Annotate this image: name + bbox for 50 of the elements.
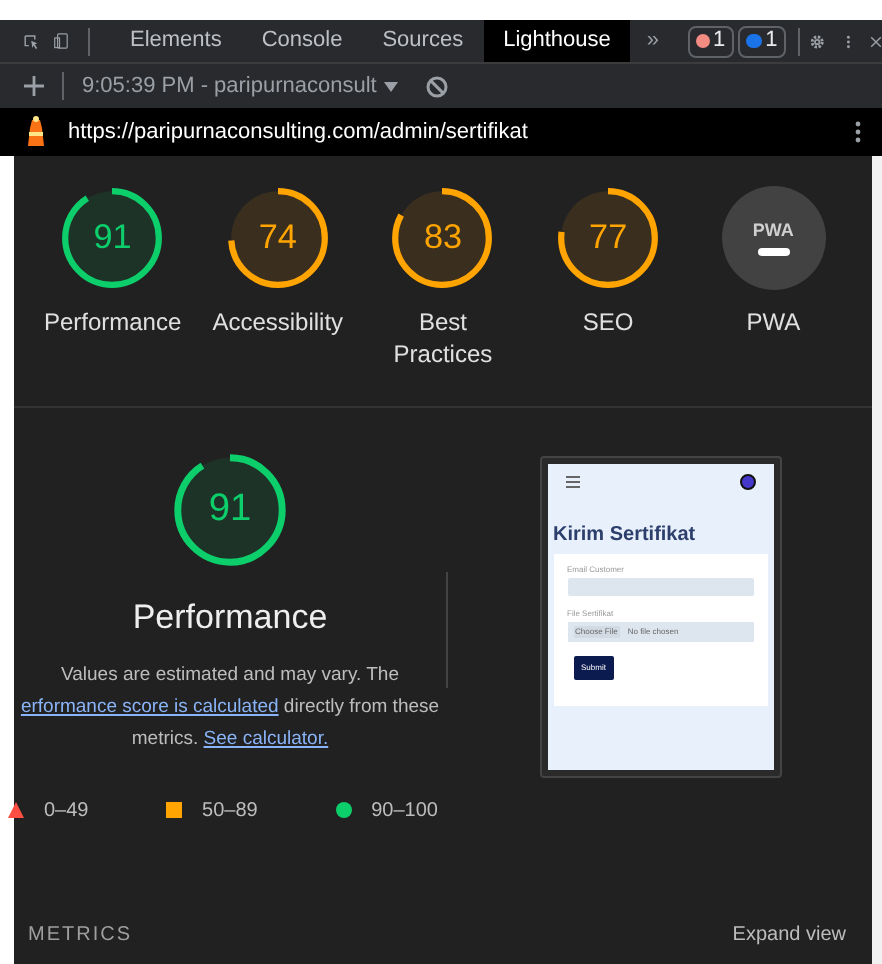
avatar-icon bbox=[739, 474, 755, 490]
score-gauge bbox=[556, 186, 661, 290]
category-label: Performance bbox=[42, 306, 183, 338]
devtools-tab[interactable]: Lighthouse bbox=[483, 20, 631, 62]
device-icon[interactable] bbox=[54, 28, 69, 54]
report-selector[interactable]: 9:05:39 PM - paripurnaconsult bbox=[82, 69, 399, 103]
score-value: 91 bbox=[93, 220, 132, 256]
more-tabs-button[interactable]: » bbox=[630, 24, 676, 58]
plus-icon[interactable] bbox=[24, 76, 44, 96]
category-label: SEO bbox=[580, 306, 636, 338]
legend-range: 90–100 bbox=[371, 797, 438, 825]
message-count-button[interactable]: 1 bbox=[737, 25, 786, 57]
dash-icon bbox=[757, 247, 790, 255]
error-icon bbox=[695, 34, 710, 48]
expand-view-button[interactable]: Expand view bbox=[732, 920, 846, 950]
category-label: PWA bbox=[744, 306, 803, 338]
clear-icon[interactable] bbox=[426, 75, 449, 97]
caret-icon bbox=[384, 81, 399, 91]
page-heading: Kirim Sertifikat bbox=[553, 522, 698, 550]
category-label: Best Practices bbox=[391, 306, 495, 370]
score-link[interactable]: erformance score is calculated bbox=[20, 695, 279, 717]
menu-icon bbox=[565, 476, 579, 488]
triangle-icon bbox=[8, 802, 24, 818]
calculator-link[interactable]: See calculator. bbox=[203, 727, 329, 749]
score-gauge bbox=[225, 186, 330, 290]
message-icon bbox=[745, 34, 762, 48]
inspect-icon[interactable] bbox=[24, 29, 39, 53]
legend-range: 0–49 bbox=[44, 797, 89, 825]
error-count-button[interactable]: 1 bbox=[687, 25, 734, 57]
devtools-tab[interactable]: Elements bbox=[110, 20, 242, 62]
category-label: Accessibility bbox=[210, 306, 346, 338]
legend-range: 50–89 bbox=[202, 797, 258, 825]
devtools-tab[interactable]: Console bbox=[241, 20, 363, 62]
metrics-heading: METRICS bbox=[28, 922, 132, 950]
score-value: 91 bbox=[208, 490, 252, 530]
square-icon bbox=[166, 802, 183, 818]
score-gauge bbox=[390, 186, 495, 290]
score-value: 77 bbox=[589, 220, 628, 256]
performance-title: Performance bbox=[132, 596, 328, 640]
score-value: 83 bbox=[423, 220, 463, 256]
report-url: https://paripurnaconsulting.com/admin/sertifikat bbox=[68, 117, 528, 148]
devtools-tab[interactable]: Sources bbox=[362, 20, 484, 62]
score-gauge bbox=[172, 452, 288, 568]
pwa-text: PWA bbox=[752, 221, 794, 239]
close-icon[interactable] bbox=[869, 31, 882, 51]
score-value: 74 bbox=[258, 220, 297, 256]
performance-note: Values are estimated and may vary. The erformance score is calculated directly from these metrics. See calculator. bbox=[20, 661, 440, 753]
more-icon[interactable] bbox=[854, 120, 862, 144]
score-gauge bbox=[60, 186, 165, 290]
lighthouse-icon bbox=[24, 116, 48, 148]
